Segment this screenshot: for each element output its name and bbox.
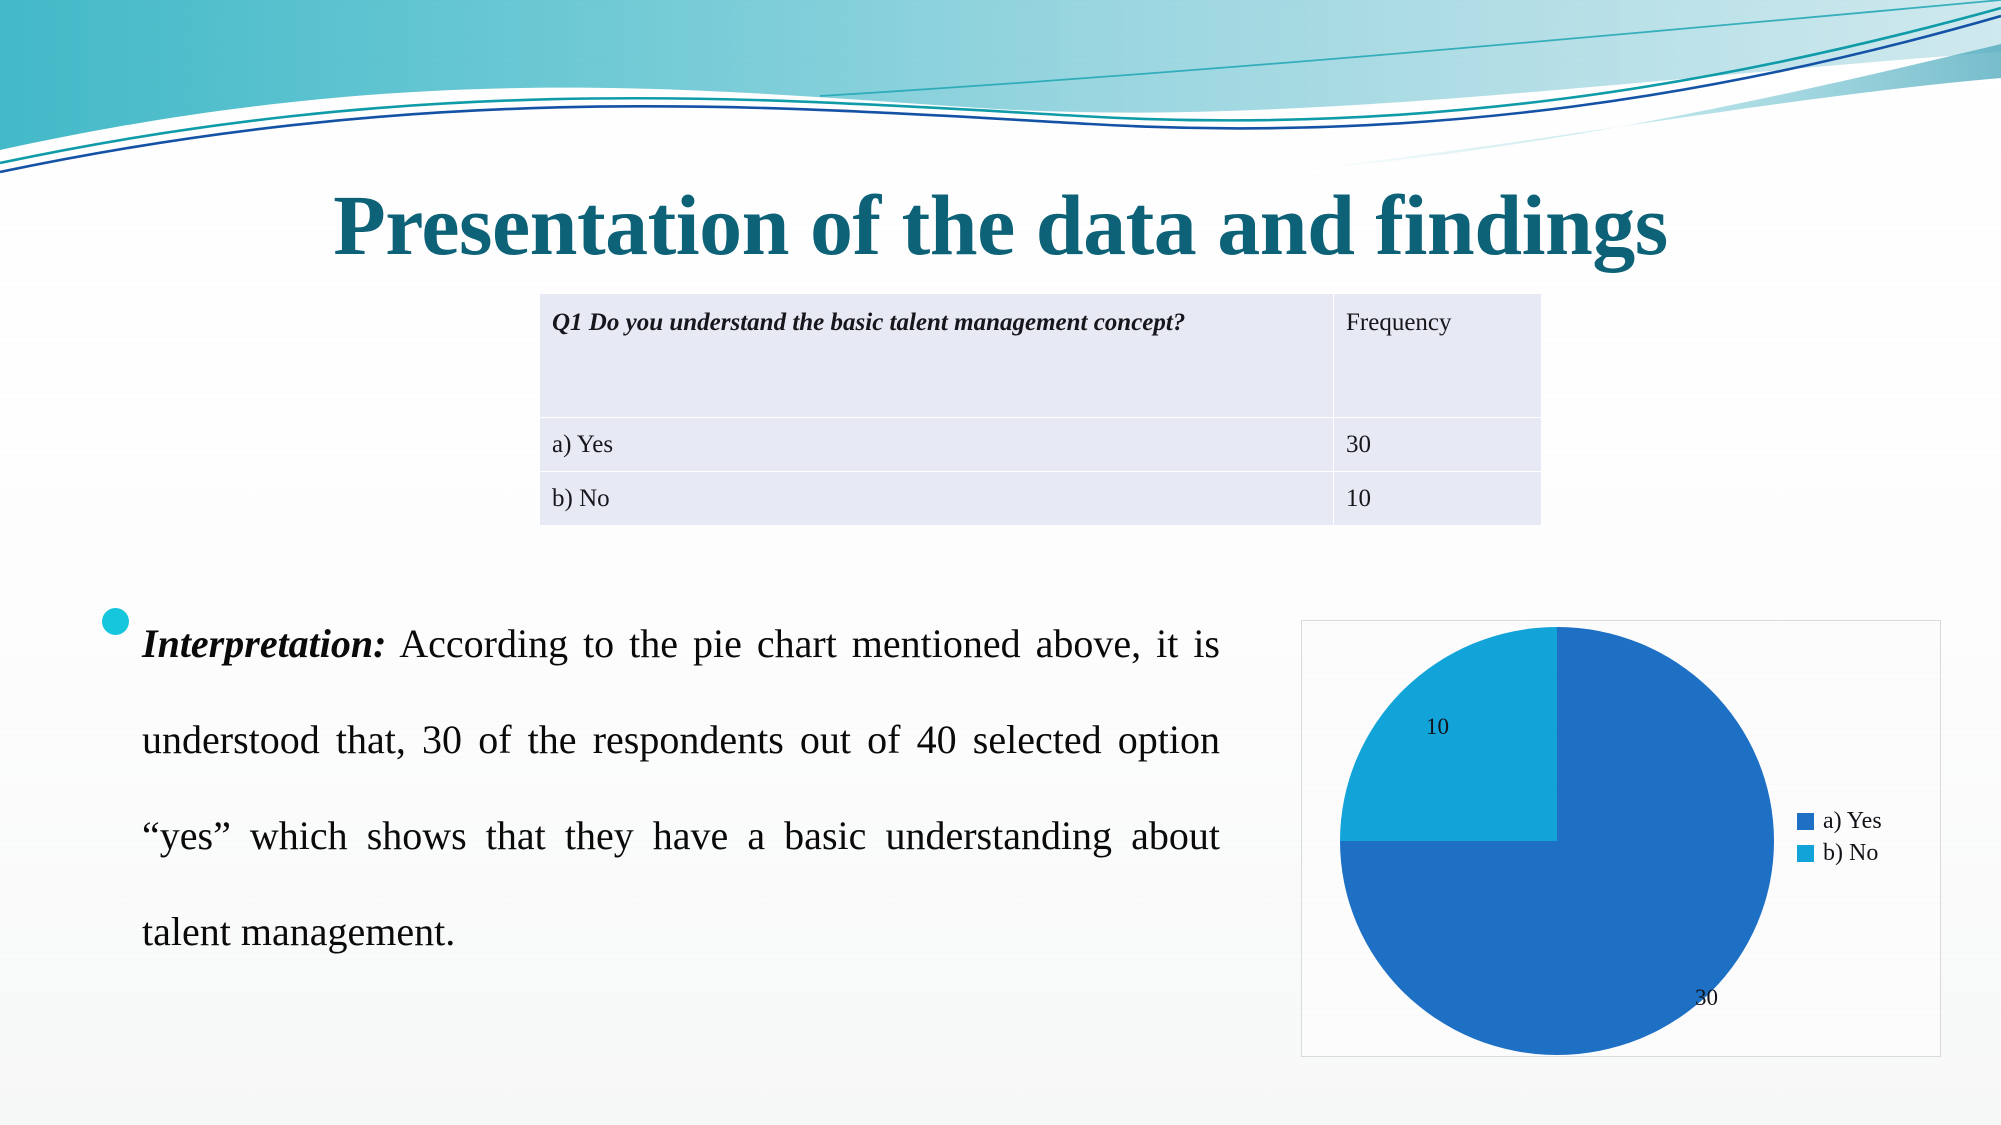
pie-chart-plot-area: 10 30 a) Yes b) No — [1302, 621, 1940, 1056]
bullet-point-icon — [102, 608, 129, 635]
table-header-question-cell: Q1 Do you understand the basic talent ma… — [539, 293, 1334, 418]
pie-chart-legend: a) Yes b) No — [1797, 809, 1937, 873]
row-label-yes: a) Yes — [552, 430, 614, 458]
table-header-frequency-cell: Frequency — [1333, 293, 1542, 418]
legend-item-no[interactable]: b) No — [1797, 841, 1937, 865]
pie-value-label-no: 10 — [1426, 714, 1449, 739]
slide-canvas: Presentation of the data and findings Q1… — [0, 0, 2001, 1125]
page-title: Presentation of the data and findings — [333, 177, 1668, 273]
table-cell-label: a) Yes — [539, 417, 1334, 472]
legend-swatch-no-icon — [1797, 844, 1814, 862]
pie-graphic: 10 30 — [1340, 627, 1774, 1055]
table-cell-frequency: 30 — [1333, 417, 1542, 472]
pie-value-label-yes: 30 — [1695, 985, 1718, 1010]
row-frequency-yes: 30 — [1346, 430, 1371, 458]
table-header-frequency: Frequency — [1346, 309, 1452, 336]
table-cell-frequency: 10 — [1333, 471, 1542, 526]
row-frequency-no: 10 — [1346, 484, 1371, 512]
row-label-no: b) No — [552, 484, 610, 512]
legend-item-yes[interactable]: a) Yes — [1797, 809, 1937, 833]
pie-chart-container: 10 30 a) Yes b) No — [1301, 620, 1941, 1057]
table-header-row: Q1 Do you understand the basic talent ma… — [539, 293, 1542, 418]
interpretation-paragraph: Interpretation: According to the pie cha… — [142, 596, 1220, 980]
interpretation-lead-label: Interpretation: — [142, 621, 387, 666]
legend-swatch-yes-icon — [1797, 812, 1814, 830]
table-row: a) Yes 30 — [539, 417, 1542, 472]
legend-label-no: b) No — [1823, 840, 1879, 866]
frequency-table: Q1 Do you understand the basic talent ma… — [539, 293, 1542, 526]
interpretation-body-text: According to the pie chart mentioned abo… — [142, 621, 1220, 954]
interpretation-block: Interpretation: According to the pie cha… — [100, 596, 1220, 980]
table-row: b) No 10 — [539, 471, 1542, 526]
legend-label-yes: a) Yes — [1823, 808, 1882, 834]
table-header-question: Q1 Do you understand the basic talent ma… — [552, 309, 1186, 336]
table-cell-label: b) No — [539, 471, 1334, 526]
